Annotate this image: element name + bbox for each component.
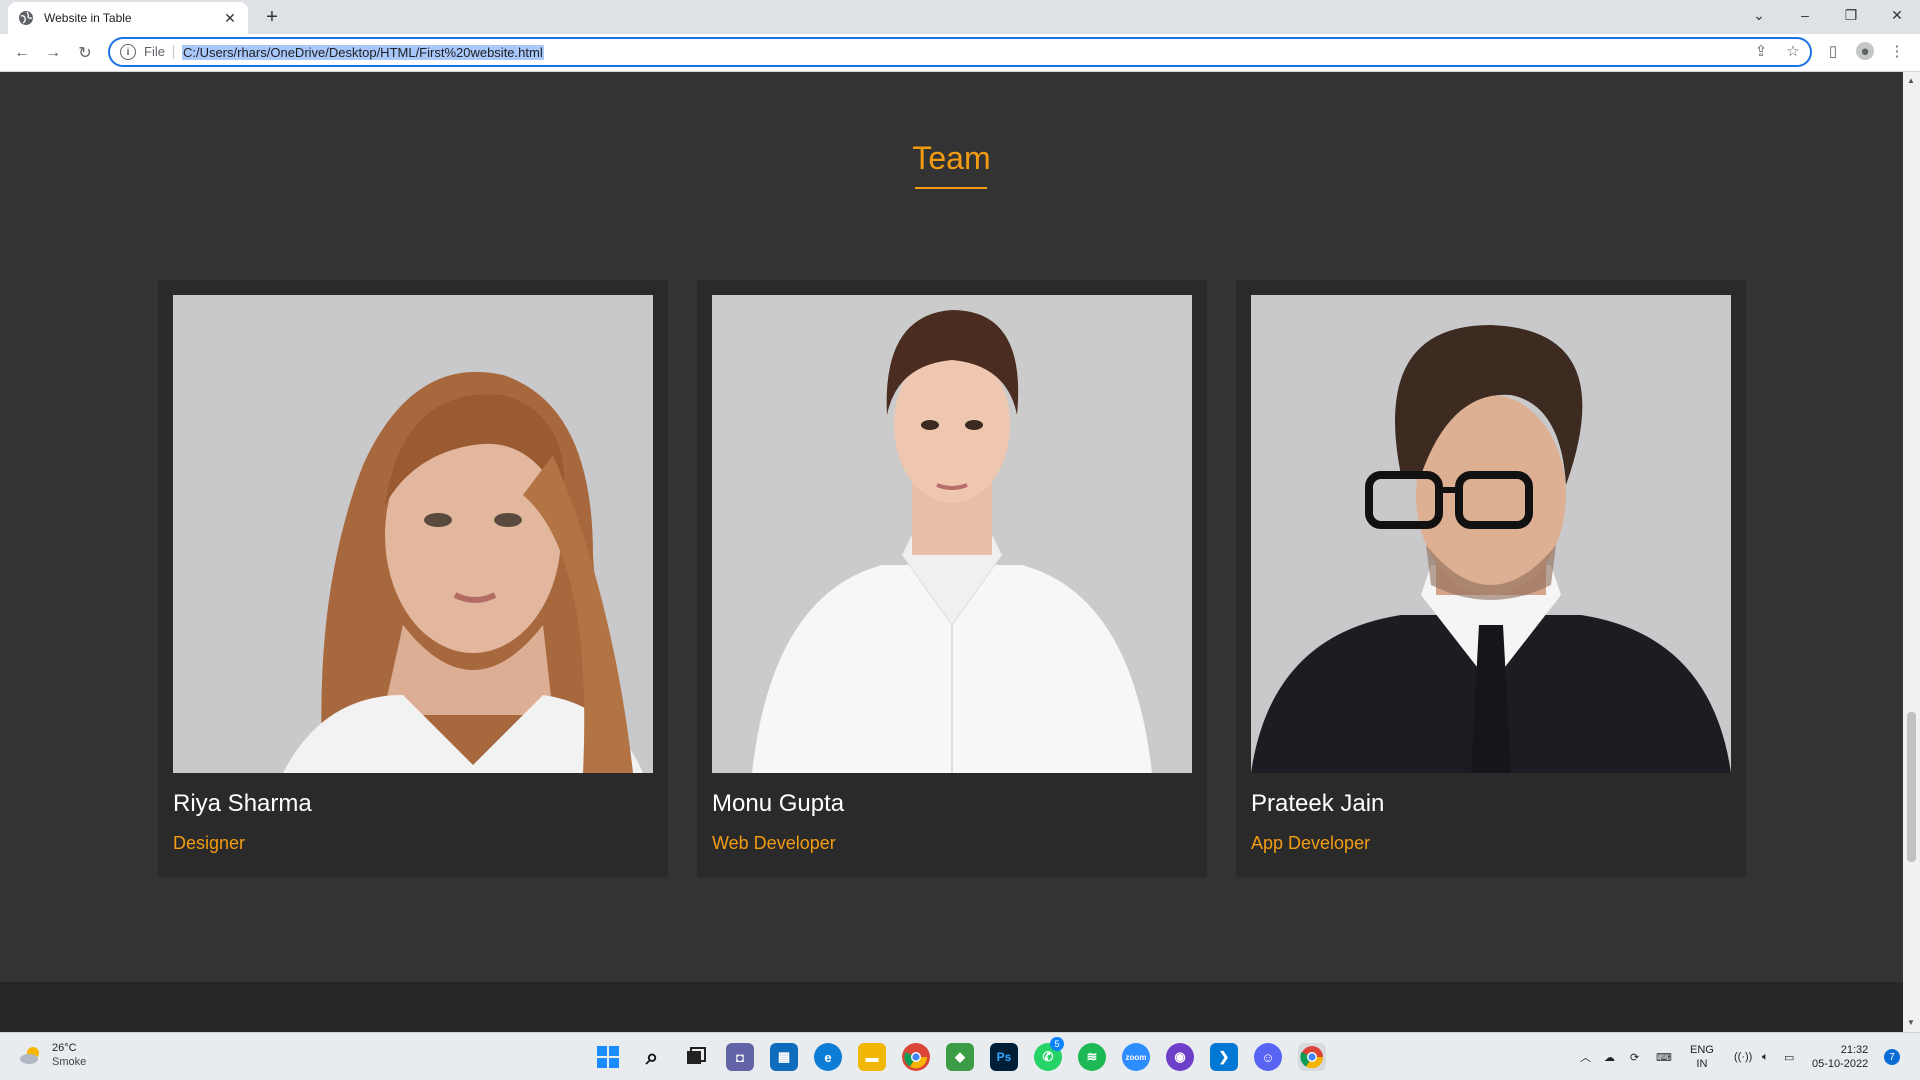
browser-tab-strip: Website in Table ✕ + ⌄ – ❐ ✕: [0, 0, 1920, 34]
clock[interactable]: 21:32 05-10-2022: [1812, 1033, 1868, 1080]
tab-title: Website in Table: [44, 11, 132, 25]
windows-taskbar: 26°C Smoke ⌕ ◘ ▦ e ▬ ◆ Ps ✆ 5 ≋ zoom ◉ ❯…: [0, 1032, 1920, 1080]
forward-icon[interactable]: →: [41, 41, 65, 65]
whatsapp-badge: 5: [1050, 1037, 1064, 1051]
profile-avatar-icon[interactable]: ●: [1856, 42, 1874, 60]
volume-icon[interactable]: 🔈︎: [1762, 1033, 1769, 1080]
team-card: Riya Sharma Designer: [158, 280, 668, 877]
site-info-icon[interactable]: i: [120, 44, 136, 60]
member-photo: [712, 295, 1192, 773]
browser-toolbar: ← → ↻ i File C:/Users/rhars/OneDrive/Des…: [0, 34, 1920, 72]
scrollbar-thumb[interactable]: [1907, 712, 1916, 862]
member-name: Prateek Jain: [1251, 790, 1385, 817]
discord-icon[interactable]: ☺: [1254, 1043, 1282, 1071]
start-windows-icon[interactable]: [594, 1043, 622, 1071]
edge-browser-icon[interactable]: e: [814, 1043, 842, 1071]
member-role: Designer: [173, 833, 246, 853]
address-scheme-label: File: [144, 45, 174, 59]
team-heading: Team: [912, 140, 991, 176]
member-photo: [1251, 295, 1731, 773]
restore-icon[interactable]: ❐: [1828, 0, 1874, 30]
browser-tab[interactable]: Website in Table ✕: [8, 2, 248, 34]
minimize-icon[interactable]: –: [1782, 0, 1828, 30]
sync-icon[interactable]: ⟳: [1630, 1033, 1639, 1080]
wifi-icon[interactable]: ((·)): [1734, 1033, 1752, 1080]
footer-section: [0, 982, 1903, 1032]
vscode-icon[interactable]: ❯: [1210, 1043, 1238, 1071]
teams-chat-icon[interactable]: ◘: [726, 1043, 754, 1071]
notification-badge[interactable]: 7: [1884, 1049, 1900, 1065]
team-card: Monu Gupta Web Developer: [697, 280, 1207, 877]
zoom-icon[interactable]: zoom: [1122, 1043, 1150, 1071]
url-text[interactable]: C:/Users/rhars/OneDrive/Desktop/HTML/Fir…: [181, 44, 544, 60]
spotify-icon[interactable]: ≋: [1078, 1043, 1106, 1071]
member-name: Riya Sharma: [173, 790, 312, 817]
clock-date: 05-10-2022: [1812, 1058, 1869, 1070]
close-tab-icon[interactable]: ✕: [222, 10, 238, 26]
member-name: Monu Gupta: [712, 790, 845, 817]
onedrive-icon[interactable]: ☁: [1604, 1033, 1615, 1080]
menu-kebab-icon[interactable]: ⋮: [1888, 42, 1906, 60]
weather-condition: Smoke: [52, 1056, 87, 1068]
language-code: ENG: [1690, 1044, 1714, 1056]
weather-temperature: 26°C: [52, 1042, 77, 1054]
scroll-down-icon[interactable]: ▼: [1907, 1018, 1915, 1027]
page-scrollbar[interactable]: ▲ ▼: [1903, 72, 1920, 1032]
battery-icon[interactable]: ▭: [1784, 1033, 1794, 1080]
weather-icon: [20, 1047, 39, 1064]
github-desktop-icon[interactable]: ◉: [1166, 1043, 1194, 1071]
share-icon[interactable]: ⇪: [1752, 42, 1770, 60]
language-indicator[interactable]: ENG IN: [1690, 1033, 1714, 1080]
tray-overflow-icon[interactable]: ︿: [1580, 1033, 1591, 1080]
microsoft-store-icon[interactable]: ▦: [770, 1043, 798, 1071]
close-window-icon[interactable]: ✕: [1874, 0, 1920, 30]
page-viewport: Team Riya Sharma Designer Monu Gupta Web…: [0, 72, 1903, 1032]
keyboard-icon[interactable]: ⌨: [1656, 1033, 1672, 1080]
address-bar[interactable]: i File C:/Users/rhars/OneDrive/Desktop/H…: [108, 37, 1812, 67]
chrome-icon[interactable]: [902, 1043, 930, 1071]
new-tab-icon[interactable]: +: [260, 5, 284, 29]
search-icon[interactable]: ⌕: [638, 1043, 666, 1071]
task-view-icon[interactable]: [682, 1043, 710, 1071]
clock-time: 21:32: [1840, 1044, 1869, 1056]
reload-icon[interactable]: ↻: [73, 41, 97, 65]
chrome-active-icon[interactable]: [1298, 1043, 1326, 1071]
side-panel-icon[interactable]: ▯: [1824, 42, 1842, 60]
scroll-up-icon[interactable]: ▲: [1907, 76, 1915, 85]
member-role: Web Developer: [712, 833, 836, 853]
tab-search-icon[interactable]: ⌄: [1736, 0, 1782, 30]
region-code: IN: [1696, 1058, 1708, 1070]
member-photo: [173, 295, 653, 773]
member-role: App Developer: [1251, 833, 1371, 853]
photoshop-icon[interactable]: Ps: [990, 1043, 1018, 1071]
file-explorer-icon[interactable]: ▬: [858, 1043, 886, 1071]
heading-underline: [915, 187, 987, 189]
globe-icon: [19, 11, 33, 25]
team-card: Prateek Jain App Developer: [1236, 280, 1746, 877]
bookmark-star-icon[interactable]: ☆: [1784, 42, 1802, 60]
back-icon[interactable]: ←: [10, 41, 34, 65]
sheets-app-icon[interactable]: ◆: [946, 1043, 974, 1071]
weather-widget[interactable]: 26°C Smoke: [18, 1041, 86, 1069]
